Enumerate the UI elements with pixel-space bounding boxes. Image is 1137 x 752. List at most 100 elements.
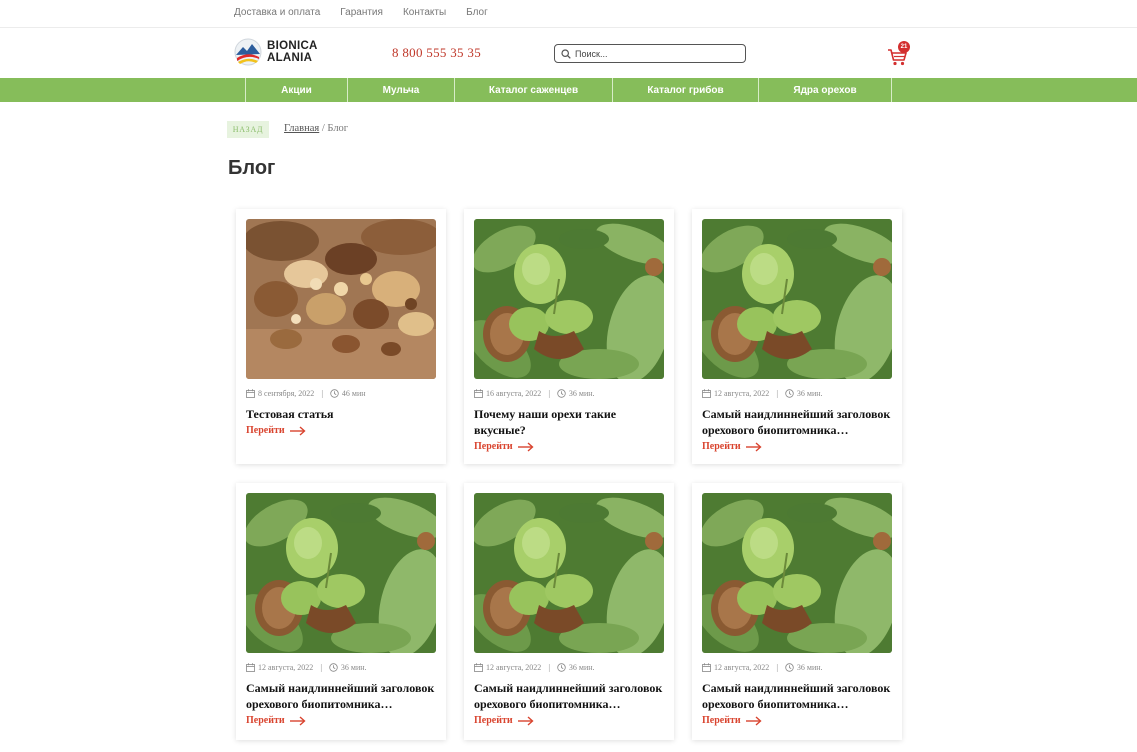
- read-more-link[interactable]: Перейти: [246, 425, 306, 436]
- post-date: 12 августа, 2022: [486, 663, 542, 672]
- read-more-label: Перейти: [474, 715, 513, 726]
- post-image[interactable]: [474, 219, 664, 379]
- search-input[interactable]: [575, 48, 735, 59]
- arrow-right-icon: [289, 425, 306, 436]
- logo-line-2: ALANIA: [267, 52, 313, 64]
- nav-item-sales[interactable]: Акции: [246, 78, 348, 102]
- post-title[interactable]: Самый наидлиннейший заголовок орехового …: [702, 406, 898, 438]
- read-more-label: Перейти: [702, 441, 741, 452]
- post-image[interactable]: [702, 219, 892, 379]
- nav-item-mulch[interactable]: Мульча: [348, 78, 455, 102]
- clock-icon: [329, 663, 338, 672]
- arrow-right-icon: [745, 715, 762, 726]
- read-more-label: Перейти: [702, 715, 741, 726]
- blog-card[interactable]: 16 августа, 2022 | 36 мин. Почему наши о…: [464, 209, 674, 464]
- search-box[interactable]: [554, 44, 746, 63]
- cart-button[interactable]: 21: [887, 41, 911, 66]
- nav-item-mushrooms[interactable]: Каталог грибов: [613, 78, 759, 102]
- top-links: Доставка и оплата Гарантия Контакты Блог: [234, 7, 488, 18]
- read-more-link[interactable]: Перейти: [474, 441, 534, 452]
- clock-icon: [557, 389, 566, 398]
- logo-mountains-icon: [234, 38, 262, 66]
- meta-separator: |: [548, 663, 550, 672]
- arrow-right-icon: [517, 715, 534, 726]
- search-icon: [561, 48, 571, 59]
- post-read-time: 46 мин: [341, 389, 366, 398]
- post-read-time: 36 мин.: [796, 663, 823, 672]
- post-image[interactable]: [246, 219, 436, 379]
- post-read-time: 36 мин.: [568, 389, 595, 398]
- nav-item-seedlings[interactable]: Каталог саженцев: [455, 78, 613, 102]
- blog-card[interactable]: 8 сентября, 2022 | 46 мин Тестовая стать…: [236, 209, 446, 464]
- phone-number[interactable]: 8 800 555 35 35: [392, 45, 481, 61]
- clock-icon: [785, 389, 794, 398]
- post-read-time: 36 мин.: [340, 663, 367, 672]
- main-nav: Акции Мульча Каталог саженцев Каталог гр…: [0, 78, 1137, 102]
- meta-separator: |: [776, 389, 778, 398]
- post-meta: 8 сентября, 2022 | 46 мин: [246, 389, 366, 398]
- clock-icon: [557, 663, 566, 672]
- post-read-time: 36 мин.: [568, 663, 595, 672]
- blog-card[interactable]: 12 августа, 2022 | 36 мин. Самый наидлин…: [692, 483, 902, 740]
- read-more-label: Перейти: [474, 441, 513, 452]
- top-link-blog[interactable]: Блог: [466, 7, 488, 18]
- breadcrumb: Главная / Блог: [284, 123, 348, 134]
- post-title[interactable]: Самый наидлиннейший заголовок орехового …: [474, 680, 670, 712]
- post-meta: 12 августа, 2022 | 36 мин.: [474, 663, 595, 672]
- nav-items: Акции Мульча Каталог саженцев Каталог гр…: [245, 78, 892, 102]
- cart-count-badge: 21: [898, 41, 910, 53]
- page-title: Блог: [228, 157, 276, 179]
- back-button[interactable]: НАЗАД: [227, 121, 269, 138]
- post-title[interactable]: Почему наши орехи такие вкусные?: [474, 406, 670, 438]
- calendar-icon: [702, 663, 711, 672]
- post-date: 16 августа, 2022: [486, 389, 542, 398]
- top-link-delivery[interactable]: Доставка и оплата: [234, 7, 320, 18]
- blog-card[interactable]: 12 августа, 2022 | 36 мин. Самый наидлин…: [464, 483, 674, 740]
- meta-separator: |: [321, 389, 323, 398]
- post-date: 8 сентября, 2022: [258, 389, 315, 398]
- post-read-time: 36 мин.: [796, 389, 823, 398]
- post-meta: 12 августа, 2022 | 36 мин.: [702, 389, 823, 398]
- nav-item-nut-kernels[interactable]: Ядра орехов: [759, 78, 892, 102]
- calendar-icon: [702, 389, 711, 398]
- post-meta: 12 августа, 2022 | 36 мин.: [702, 663, 823, 672]
- post-title[interactable]: Самый наидлиннейший заголовок орехового …: [246, 680, 442, 712]
- meta-separator: |: [548, 389, 550, 398]
- breadcrumb-home-link[interactable]: Главная: [284, 123, 319, 134]
- read-more-label: Перейти: [246, 715, 285, 726]
- post-image[interactable]: [702, 493, 892, 653]
- post-meta: 12 августа, 2022 | 36 мин.: [246, 663, 367, 672]
- post-date: 12 августа, 2022: [714, 663, 770, 672]
- read-more-link[interactable]: Перейти: [474, 715, 534, 726]
- top-links-bar: Доставка и оплата Гарантия Контакты Блог: [0, 0, 1137, 28]
- read-more-link[interactable]: Перейти: [702, 715, 762, 726]
- logo-text: BIONICA ALANIA: [267, 40, 318, 64]
- post-title[interactable]: Тестовая статья: [246, 406, 442, 422]
- post-meta: 16 августа, 2022 | 36 мин.: [474, 389, 595, 398]
- top-link-contacts[interactable]: Контакты: [403, 7, 446, 18]
- post-image[interactable]: [246, 493, 436, 653]
- post-date: 12 августа, 2022: [714, 389, 770, 398]
- post-title[interactable]: Самый наидлиннейший заголовок орехового …: [702, 680, 898, 712]
- post-date: 12 августа, 2022: [258, 663, 314, 672]
- clock-icon: [785, 663, 794, 672]
- meta-separator: |: [776, 663, 778, 672]
- post-image[interactable]: [474, 493, 664, 653]
- blog-card[interactable]: 12 августа, 2022 | 36 мин. Самый наидлин…: [236, 483, 446, 740]
- calendar-icon: [474, 389, 483, 398]
- clock-icon: [330, 389, 339, 398]
- calendar-icon: [246, 389, 255, 398]
- meta-separator: |: [320, 663, 322, 672]
- read-more-link[interactable]: Перейти: [702, 441, 762, 452]
- breadcrumb-current: Блог: [327, 123, 349, 134]
- arrow-right-icon: [745, 441, 762, 452]
- read-more-link[interactable]: Перейти: [246, 715, 306, 726]
- site-logo[interactable]: BIONICA ALANIA: [234, 38, 318, 66]
- arrow-right-icon: [289, 715, 306, 726]
- blog-card[interactable]: 12 августа, 2022 | 36 мин. Самый наидлин…: [692, 209, 902, 464]
- top-link-warranty[interactable]: Гарантия: [340, 7, 383, 18]
- calendar-icon: [246, 663, 255, 672]
- logo-line-1: BIONICA: [267, 40, 318, 52]
- read-more-label: Перейти: [246, 425, 285, 436]
- calendar-icon: [474, 663, 483, 672]
